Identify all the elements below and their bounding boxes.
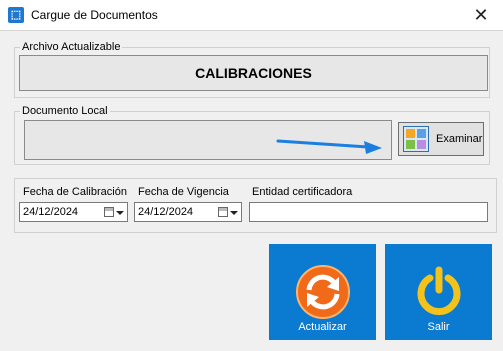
salir-button[interactable]: Salir <box>385 244 492 340</box>
arrow-icon <box>276 139 382 154</box>
salir-label: Salir <box>427 321 450 333</box>
archivo-value: CALIBRACIONES <box>195 65 312 81</box>
calibracion-label: Fecha de Calibración <box>23 186 127 198</box>
calendar-icon <box>218 207 228 217</box>
vigencia-date-picker[interactable]: 24/12/2024 <box>134 202 242 222</box>
archivo-label: Archivo Actualizable <box>20 41 123 53</box>
browse-icon <box>403 126 429 152</box>
actualizar-button[interactable]: Actualizar <box>269 244 376 340</box>
title-bar: ⬚ Cargue de Documentos ✕ <box>0 0 503 30</box>
close-button[interactable]: ✕ <box>469 4 493 26</box>
calibracion-value: 24/12/2024 <box>23 206 79 218</box>
examinar-button[interactable]: Examinar <box>398 122 484 156</box>
archivo-field: CALIBRACIONES <box>19 55 488 91</box>
window-title: Cargue de Documentos <box>31 8 158 22</box>
chevron-down-icon <box>116 211 124 215</box>
app-icon: ⬚ <box>8 7 24 23</box>
calendar-icon <box>104 207 114 217</box>
examinar-label: Examinar <box>436 133 483 145</box>
documento-label: Documento Local <box>20 105 110 117</box>
power-icon <box>417 266 461 316</box>
title-divider <box>0 30 503 31</box>
actualizar-label: Actualizar <box>298 321 347 333</box>
vigencia-label: Fecha de Vigencia <box>138 186 229 198</box>
calibracion-date-picker[interactable]: 24/12/2024 <box>19 202 128 222</box>
entidad-label: Entidad certificadora <box>252 186 353 198</box>
chevron-down-icon <box>230 211 238 215</box>
refresh-icon <box>296 265 350 319</box>
vigencia-value: 24/12/2024 <box>138 206 194 218</box>
entidad-input[interactable] <box>249 202 488 222</box>
